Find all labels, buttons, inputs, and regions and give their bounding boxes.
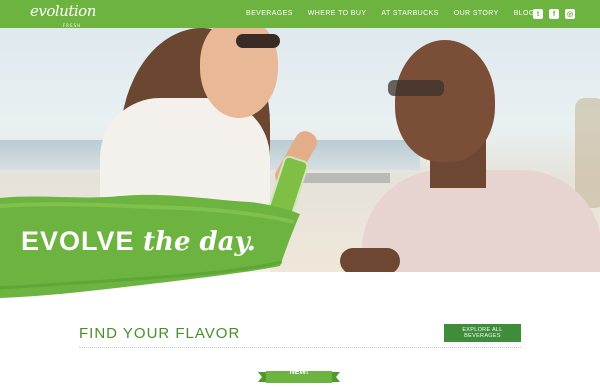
social-links: t f ◎ bbox=[533, 9, 575, 19]
section-divider bbox=[79, 347, 521, 348]
tagline-main: EVOLVE bbox=[21, 226, 135, 256]
twitter-icon[interactable]: t bbox=[533, 9, 543, 19]
man-sunglasses bbox=[388, 80, 444, 96]
find-your-flavor-heading: FIND YOUR FLAVOR bbox=[79, 325, 241, 342]
facebook-icon[interactable]: f bbox=[549, 9, 559, 19]
nav-where-to-buy[interactable]: WHERE TO BUY bbox=[308, 10, 367, 17]
nav-blog[interactable]: BLOG bbox=[514, 10, 535, 17]
top-navigation-bar: evolution FRESH BEVERAGES WHERE TO BUY A… bbox=[0, 0, 600, 28]
main-nav: BEVERAGES WHERE TO BUY AT STARBUCKS OUR … bbox=[246, 10, 535, 17]
tagline-script: the day. bbox=[143, 227, 256, 257]
instagram-icon[interactable]: ◎ bbox=[565, 9, 575, 19]
woman-sunglasses bbox=[236, 34, 280, 48]
nav-beverages[interactable]: BEVERAGES bbox=[246, 10, 293, 17]
explore-all-beverages-button[interactable]: EXPLORE ALL BEVERAGES bbox=[444, 324, 521, 342]
nav-at-starbucks[interactable]: AT STARBUCKS bbox=[381, 10, 438, 17]
pier-background bbox=[300, 173, 390, 183]
new-badge-label: NEW! bbox=[289, 369, 309, 376]
hero-tagline: EVOLVE the day. bbox=[21, 226, 256, 257]
palm-tree bbox=[575, 98, 600, 208]
nav-our-story[interactable]: OUR STORY bbox=[454, 10, 499, 17]
new-badge: NEW! bbox=[258, 368, 340, 383]
man-head bbox=[395, 40, 495, 162]
man-hand bbox=[340, 248, 400, 272]
evolution-fresh-logo[interactable]: evolution FRESH bbox=[30, 3, 96, 28]
